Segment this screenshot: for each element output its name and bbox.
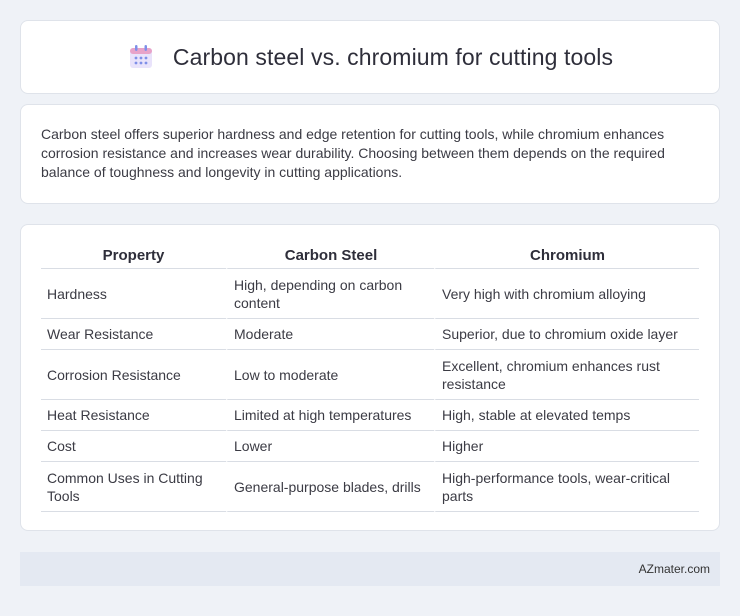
calendar-icon [127,43,155,71]
footer-site-link[interactable]: AZmater.com [639,562,710,576]
table-cell: Moderate [226,319,434,350]
table-header-row: Property Carbon Steel Chromium [41,243,699,269]
table-row: Hardness High, depending on carbon conte… [41,269,699,319]
table-cell: Common Uses in Cutting Tools [41,462,226,512]
table-cell: Heat Resistance [41,400,226,431]
table-cell: Lower [226,431,434,462]
column-header-property: Property [41,243,226,269]
table-cell: Cost [41,431,226,462]
page-title: Carbon steel vs. chromium for cutting to… [172,43,614,70]
table-cell: High-performance tools, wear-critical pa… [434,462,699,512]
table-cell: Very high with chromium alloying [434,269,699,319]
summary-card: Carbon steel offers superior hardness an… [20,104,720,204]
table-row: Cost Lower Higher [41,431,699,462]
table-row: Corrosion Resistance Low to moderate Exc… [41,350,699,400]
table-cell: Wear Resistance [41,319,226,350]
table-cell: High, stable at elevated temps [434,400,699,431]
table-cell: Limited at high temperatures [226,400,434,431]
table-cell: Corrosion Resistance [41,350,226,400]
table-cell: Higher [434,431,699,462]
table-cell: Excellent, chromium enhances rust resist… [434,350,699,400]
column-header-carbon-steel: Carbon Steel [226,243,434,269]
table-row: Heat Resistance Limited at high temperat… [41,400,699,431]
summary-text: Carbon steel offers superior hardness an… [41,126,665,180]
comparison-table: Property Carbon Steel Chromium Hardness … [41,243,699,512]
table-cell: Low to moderate [226,350,434,400]
table-cell: High, depending on carbon content [226,269,434,319]
table-cell: Superior, due to chromium oxide layer [434,319,699,350]
footer: AZmater.com [20,552,720,586]
table-row: Common Uses in Cutting Tools General-pur… [41,462,699,512]
table-row: Wear Resistance Moderate Superior, due t… [41,319,699,350]
table-cell: Hardness [41,269,226,319]
column-header-chromium: Chromium [434,243,699,269]
table-cell: General-purpose blades, drills [226,462,434,512]
title-card: Carbon steel vs. chromium for cutting to… [20,20,720,94]
comparison-table-card: Property Carbon Steel Chromium Hardness … [20,224,720,531]
